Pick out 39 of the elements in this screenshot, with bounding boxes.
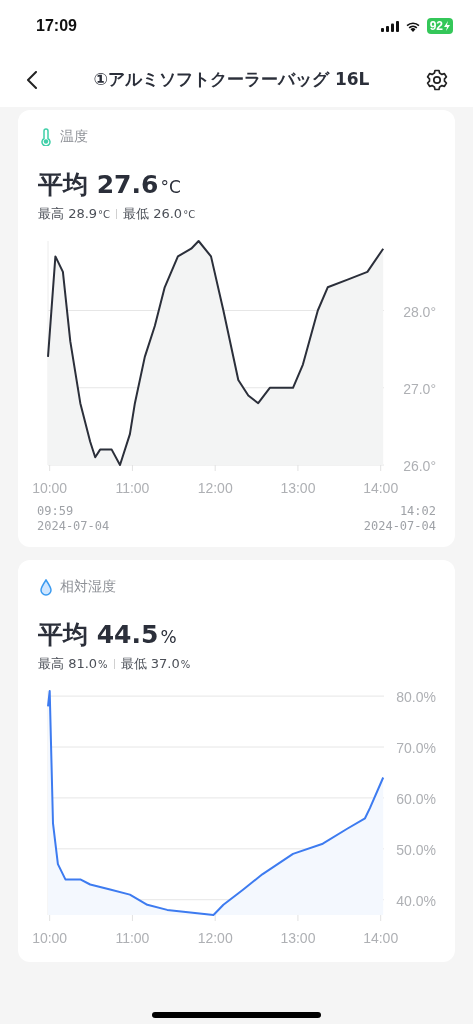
start-time: 09:59 bbox=[37, 504, 75, 518]
x-axis-label: 12:00 bbox=[197, 930, 233, 946]
y-axis-label: 28.0° bbox=[403, 303, 436, 320]
x-axis-label: 13:00 bbox=[280, 480, 316, 496]
x-axis-label: 11:00 bbox=[115, 930, 150, 946]
max-value: 最高 81.0% bbox=[38, 655, 108, 673]
y-axis-label: 26.0° bbox=[403, 458, 436, 474]
average-value: 平均 27.6°C bbox=[37, 169, 182, 201]
x-axis-label: 10:00 bbox=[32, 480, 68, 496]
x-axis-label: 12:00 bbox=[197, 480, 233, 496]
x-axis-label: 14:00 bbox=[363, 930, 399, 946]
thermometer-icon bbox=[40, 128, 52, 146]
card-title: 温度 bbox=[60, 128, 88, 146]
min-value: 最低 37.0% bbox=[120, 655, 191, 673]
x-axis-label: 10:00 bbox=[32, 930, 68, 946]
y-axis-label: 40.0% bbox=[396, 892, 436, 909]
status-time: 17:09 bbox=[36, 17, 77, 35]
end-time: 14:02 bbox=[399, 504, 436, 518]
min-value: 最低 26.0°C bbox=[123, 205, 196, 223]
card-title: 相対湿度 bbox=[60, 578, 116, 596]
y-axis-label: 27.0° bbox=[403, 380, 436, 397]
page-title: ①アルミソフトクーラーバッグ 16L bbox=[92, 68, 371, 91]
end-date: 2024-07-04 bbox=[363, 519, 436, 533]
y-axis-label: 50.0% bbox=[396, 841, 436, 858]
x-axis-label: 11:00 bbox=[115, 480, 150, 496]
signal-icon bbox=[380, 20, 399, 32]
settings-icon[interactable] bbox=[425, 67, 449, 92]
max-value: 最高 28.9°C bbox=[38, 205, 111, 223]
average-value: 平均 44.5% bbox=[37, 619, 178, 651]
y-axis-label: 60.0% bbox=[396, 790, 436, 807]
back-button[interactable] bbox=[26, 70, 38, 89]
water-drop-icon bbox=[40, 578, 52, 596]
battery-indicator: 92 bbox=[426, 18, 453, 34]
y-axis-label: 80.0% bbox=[396, 689, 436, 706]
start-date: 2024-07-04 bbox=[37, 519, 110, 533]
x-axis-label: 14:00 bbox=[363, 480, 399, 496]
x-axis-label: 13:00 bbox=[280, 930, 316, 946]
y-axis-label: 70.0% bbox=[396, 740, 436, 756]
wifi-icon bbox=[404, 20, 421, 32]
